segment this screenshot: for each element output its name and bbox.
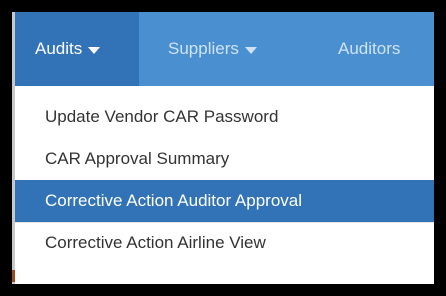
menu-item-car-approval-summary[interactable]: CAR Approval Summary: [15, 138, 434, 180]
caret-down-icon: [244, 46, 257, 54]
audits-dropdown-menu: Update Vendor CAR Password CAR Approval …: [15, 86, 434, 284]
caret-down-icon: [88, 46, 101, 54]
top-navbar: Audits Suppliers Auditors: [15, 12, 434, 86]
nav-audits-label: Audits: [35, 39, 83, 58]
nav-suppliers-menu[interactable]: Suppliers: [168, 12, 257, 86]
nav-auditors-label: Auditors: [338, 39, 401, 58]
menu-item-corrective-action-auditor-approval[interactable]: Corrective Action Auditor Approval: [15, 180, 434, 222]
menu-item-update-vendor-car-password[interactable]: Update Vendor CAR Password: [15, 96, 434, 138]
nav-suppliers-label: Suppliers: [168, 39, 239, 58]
menu-item-corrective-action-airline-view[interactable]: Corrective Action Airline View: [15, 223, 434, 263]
screenshot-frame: Audits Suppliers Auditors Update Vendor …: [0, 0, 446, 296]
nav-audits-menu[interactable]: Audits: [15, 12, 139, 86]
app-window: Audits Suppliers Auditors Update Vendor …: [12, 12, 434, 284]
nav-auditors-menu[interactable]: Auditors: [338, 12, 400, 86]
